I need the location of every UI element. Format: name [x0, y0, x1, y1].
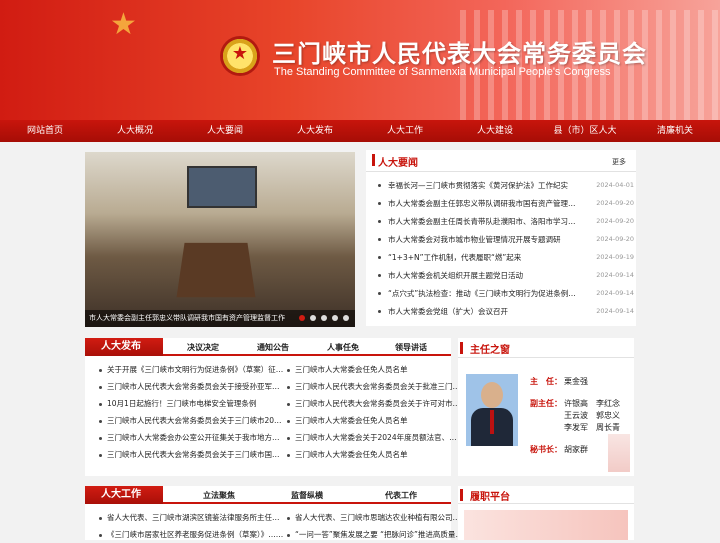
slider-dot-4[interactable]	[332, 315, 338, 321]
nav-release[interactable]: 人大发布	[270, 120, 360, 142]
duty-title-marker	[460, 489, 463, 501]
news-item[interactable]: 市人大常委会副主任郭忠义带队调研我市国有资产管理监督工作 2024-09-20	[366, 196, 638, 214]
nav-county-congress[interactable]: 县（市）区人大	[540, 120, 630, 142]
release-item[interactable]: 关于开展《三门峡市文明行为促进条例》（草案）征求意见的公告	[93, 362, 285, 378]
work-item[interactable]: “一问一答”聚焦发展之要 “把脉问诊”推进高质量发展	[281, 527, 463, 543]
slider-dot-1[interactable]	[299, 315, 305, 321]
slider-dot-5[interactable]	[343, 315, 349, 321]
director-panel: 主任之窗 主 任： 栗金强 副主任： 许银高 李红念 王云波 郭忠义 李发军 周…	[458, 338, 634, 476]
duty-panel: 履职平台	[458, 486, 634, 540]
release-item[interactable]: 三门峡市人大常委会任免人员名单	[281, 447, 463, 463]
slider-photo-screen	[187, 166, 257, 208]
news-item[interactable]: 市人大常委会副主任周长青带队赴濮阳市、洛阳市学习考察 2024-09-20	[366, 214, 638, 232]
release-item[interactable]: 三门峡市人大常委会任免人员名单	[281, 413, 463, 429]
release-item[interactable]: 三门峡市人民代表大会常务委员会关于三门峡市2023年市级决算的决议	[93, 413, 285, 429]
tab-personnel[interactable]: 人事任免	[321, 340, 365, 356]
news-title: 人大要闻	[378, 158, 418, 169]
secretary-label: 秘书长：	[530, 445, 562, 454]
release-item[interactable]: 三门峡市人大常委会办公室公开征集关于我市地方立法工作建议的公告	[93, 430, 285, 446]
deputy-name[interactable]: 周长青	[596, 422, 620, 433]
duty-banner[interactable]	[464, 510, 628, 540]
star-decoration-icon: ★	[110, 7, 137, 42]
tab-resolutions[interactable]: 决议决定	[181, 340, 225, 356]
director-photo[interactable]	[466, 374, 518, 446]
tab-supervision[interactable]: 监督纵横	[285, 488, 329, 504]
tab-speeches[interactable]: 领导讲话	[389, 340, 433, 356]
news-title-marker	[372, 154, 375, 166]
duty-title: 履职平台	[470, 492, 510, 503]
work-title: 人大工作	[85, 486, 163, 504]
news-panel: 人大要闻 更多 幸福长河—三门峡市贯彻落实《黄河保护法》工作纪实 2024-04-…	[366, 150, 636, 326]
site-subtitle: The Standing Committee of Sanmenxia Muni…	[274, 66, 611, 78]
nav-news[interactable]: 人大要闻	[180, 120, 270, 142]
news-item[interactable]: “1+3+N”工作机制，代表履职“燃”起来 2024-09-19	[366, 250, 638, 268]
tab-deputy-work[interactable]: 代表工作	[379, 488, 423, 504]
main-nav: 网站首页 人大概况 人大要闻 人大发布 人大工作 人大建设 县（市）区人大 清廉…	[0, 120, 720, 142]
release-item[interactable]: 三门峡市人民代表大会常务委员会关于批准三门峡市2023年市级决算的决议	[281, 379, 463, 395]
nav-home[interactable]: 网站首页	[0, 120, 90, 142]
nav-construction[interactable]: 人大建设	[450, 120, 540, 142]
slider-dot-2[interactable]	[310, 315, 316, 321]
release-item[interactable]: 三门峡市人民代表大会常务委员会关于三门峡市国民经济和社会发展计划的决议	[93, 447, 285, 463]
news-item[interactable]: 市人大常委会党组（扩大）会议召开 2024-09-14	[366, 304, 638, 322]
news-more-link[interactable]: 更多	[612, 157, 626, 167]
site-title: 三门峡市人民代表大会常务委员会	[272, 39, 647, 68]
news-slider[interactable]: 市人大常委会副主任郭忠义带队调研我市国有资产管理监督工作	[85, 152, 355, 327]
national-emblem-icon: ★	[220, 36, 260, 76]
release-item[interactable]: 三门峡市人大常委会任免人员名单	[281, 362, 463, 378]
release-title: 人大发布	[85, 338, 163, 356]
slider-caption[interactable]: 市人大常委会副主任郭忠义带队调研我市国有资产管理监督工作	[89, 313, 295, 325]
nav-clean-agency[interactable]: 清廉机关	[630, 120, 720, 142]
secretary-name[interactable]: 胡家群	[564, 444, 588, 455]
deputy-name[interactable]: 郭忠义	[596, 410, 620, 421]
director-photo-face	[481, 382, 503, 408]
slider-dot-3[interactable]	[321, 315, 327, 321]
deputy-name[interactable]: 李红念	[596, 398, 620, 409]
deputy-name[interactable]: 李发军	[564, 422, 588, 433]
news-item[interactable]: 幸福长河—三门峡市贯彻落实《黄河保护法》工作纪实 2024-04-01	[366, 178, 638, 196]
nav-work[interactable]: 人大工作	[360, 120, 450, 142]
tab-legislation[interactable]: 立法聚焦	[197, 488, 241, 504]
release-item[interactable]: 三门峡市人大常委会关于2024年度员额法官、检察官的任命	[281, 430, 463, 446]
slider-photo-table	[176, 242, 256, 298]
work-panel: 人大工作 立法聚焦 监督纵横 代表工作 省人大代表、三门峡市湖滨区镜鉴法律服务所…	[85, 486, 463, 543]
deputy-name[interactable]: 王云波	[564, 410, 588, 421]
release-panel: 人大发布 决议决定 通知公告 人事任免 领导讲话 关于开展《三门峡市文明行为促进…	[85, 338, 463, 476]
news-item[interactable]: 市人大常委会对我市城市物业管理情况开展专题调研 2024-09-20	[366, 232, 638, 250]
deputy-label: 副主任：	[530, 399, 562, 408]
director-photo-tie	[490, 410, 494, 434]
news-item[interactable]: “点穴式”执法检查：推动《三门峡市文明行为促进条例》落地见效2024-09-14	[366, 286, 638, 304]
release-item[interactable]: 10月1日起施行！三门峡市电梯安全管理条例	[93, 396, 285, 412]
deputy-name[interactable]: 许银高	[564, 398, 588, 409]
director-name[interactable]: 栗金强	[564, 376, 588, 387]
nav-overview[interactable]: 人大概况	[90, 120, 180, 142]
release-item[interactable]: 三门峡市人民代表大会常务委员会关于许可对市人大代表采取强制措施的决定	[281, 396, 463, 412]
director-title: 主任之窗	[470, 345, 510, 356]
tab-notices[interactable]: 通知公告	[251, 340, 295, 356]
work-item[interactable]: 省人大代表、三门峡市湖滨区镜鉴法律服务所主任……	[93, 510, 285, 526]
director-title-marker	[460, 342, 463, 354]
director-label: 主 任：	[530, 377, 562, 386]
huabiao-decoration	[608, 434, 630, 472]
work-item[interactable]: 《三门峡市居家社区养老服务促进条例（草案）》……	[93, 527, 285, 543]
release-item[interactable]: 三门峡市人民代表大会常务委员会关于接受孙亚军辞去市人民政府副市长职务的决定	[93, 379, 285, 395]
news-item[interactable]: 市人大常委会机关组织开展主题党日活动 2024-09-14	[366, 268, 638, 286]
work-item[interactable]: 省人大代表、三门峡市思瑞达农业种植有限公司……	[281, 510, 463, 526]
